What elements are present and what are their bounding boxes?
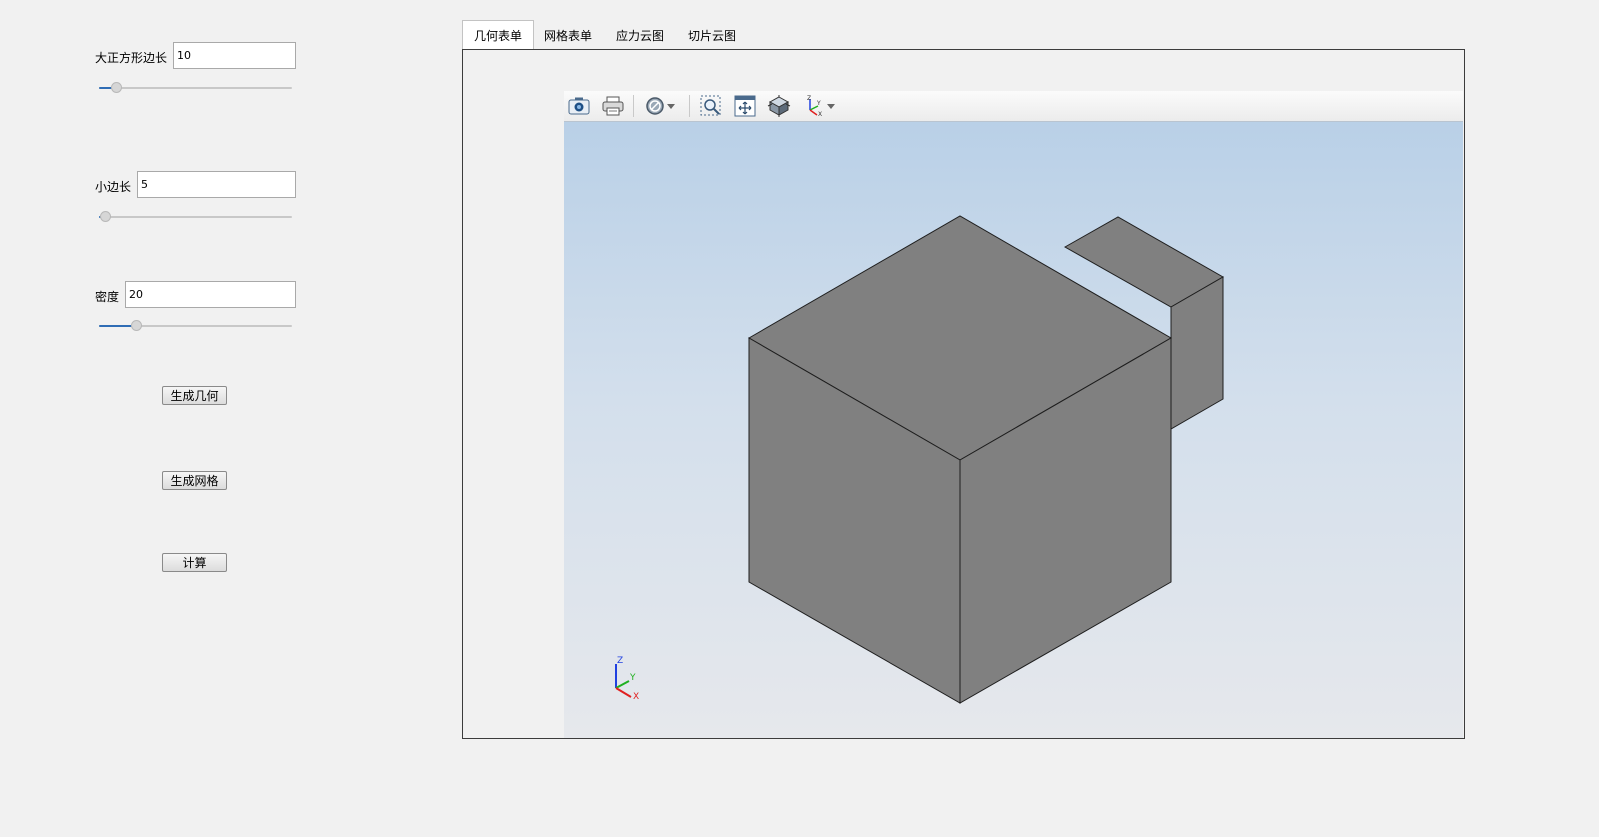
tab-slice-contour[interactable]: 切片云图 [677,22,747,49]
fit-all-icon[interactable] [733,94,757,118]
tab-stress-contour[interactable]: 应力云图 [605,22,675,49]
density-label: 密度 [95,290,120,304]
render-mode-icon[interactable] [643,94,667,118]
svg-text:Z: Z [807,95,811,102]
big-side-input[interactable] [173,42,296,69]
tab-label: 应力云图 [616,29,665,43]
slider-handle[interactable] [99,211,111,222]
svg-text:Y: Y [816,100,821,107]
tab-label: 几何表单 [474,28,523,43]
generate-geometry-button[interactable]: 生成几何 [162,386,227,405]
tab-geometry-form[interactable]: 几何表单 [462,20,535,49]
big-box [748,215,1172,704]
density-input[interactable] [125,281,296,308]
tab-mesh-form[interactable]: 网格表单 [533,22,603,49]
zoom-box-icon[interactable] [699,94,723,118]
axis-label-z: Z [617,656,623,666]
big-side-slider[interactable] [99,82,292,94]
geometry-model [748,215,1225,704]
small-side-input[interactable] [137,171,296,198]
svg-text:X: X [818,111,822,118]
axis-triad: Z Y X [615,656,639,702]
slider-handle[interactable] [111,82,123,93]
small-side-label: 小边长 [95,180,132,194]
axis-label-y: Y [629,673,636,683]
chevron-down-icon[interactable] [825,94,837,118]
slider-groove [99,87,292,89]
compute-button[interactable]: 计算 [162,553,227,572]
axis-label-x: X [633,692,639,702]
print-icon[interactable] [601,94,625,118]
tab-label: 切片云图 [688,29,737,43]
density-slider[interactable] [99,320,292,332]
camera-icon[interactable] [567,94,591,118]
3d-viewport[interactable]: Z Y X [564,122,1463,738]
toolbar-separator [689,95,690,117]
viewer-toolbar: ZYX [564,91,1463,122]
slider-groove [99,216,292,218]
big-side-label: 大正方形边长 [95,51,168,65]
tab-label: 网格表单 [544,29,593,43]
slider-handle[interactable] [130,320,142,331]
axes-view-icon[interactable]: ZYX [801,94,825,118]
toolbar-separator [633,95,634,117]
iso-view-icon[interactable] [767,94,791,118]
small-side-slider[interactable] [99,211,292,223]
generate-mesh-button[interactable]: 生成网格 [162,471,227,490]
chevron-down-icon[interactable] [665,94,677,118]
